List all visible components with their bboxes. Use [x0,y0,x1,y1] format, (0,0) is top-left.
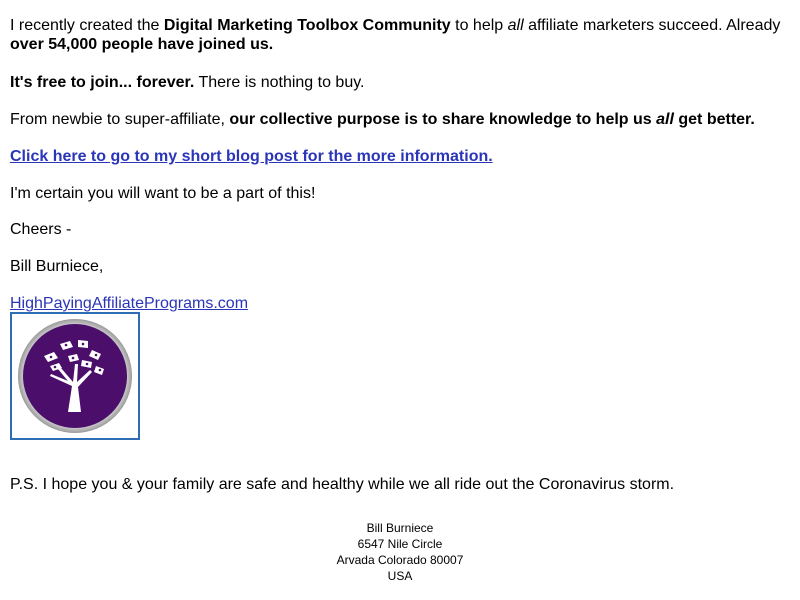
free-text: There is nothing to buy. [194,74,365,91]
purpose-bold-text-1: our collective purpose is to share knowl… [229,111,657,128]
footer-address: Bill Burniece 6547 Nile Circle Arvada Co… [0,520,800,584]
community-name: Digital Marketing Toolbox Community [163,17,451,34]
footer-name: Bill Burniece [366,521,434,535]
certain-paragraph: I'm certain you will want to be a part o… [10,185,316,202]
cheers-text: Cheers - [10,221,72,238]
members-count-text: over 54,000 people have joined us. [10,36,274,53]
purpose-paragraph: From newbie to super-affiliate, our coll… [10,110,755,129]
intro-text-3: affiliate marketers succeed. Already [523,17,781,34]
logo-link[interactable] [10,312,140,440]
footer-country: USA [387,569,413,583]
free-bold-text: It's free to join... forever. [10,74,195,91]
blog-post-link-text: Click here to go to my short blog post f… [10,148,493,165]
purpose-text: From newbie to super-affiliate, [10,111,230,128]
purpose-bold-text-2: get better. [673,111,755,128]
footer-street: 6547 Nile Circle [357,537,443,551]
blog-link-paragraph: Click here to go to my short blog post f… [10,147,493,166]
intro-text-1: I recently created the [10,17,164,34]
intro-paragraph: I recently created the Digital Marketing… [10,16,785,54]
site-link-paragraph: HighPayingAffiliatePrograms.com [10,294,248,313]
free-paragraph: It's free to join... forever. There is n… [10,73,364,92]
ps-paragraph: P.S. I hope you & your family are safe a… [10,476,675,493]
logo-frame[interactable] [10,312,140,440]
signature-name: Bill Burniece, [10,258,104,275]
blog-post-link[interactable]: Click here to go to my short blog post f… [10,148,493,165]
tree-logo-icon [18,319,132,433]
purpose-bold-italic-all: all [656,111,674,128]
footer-city: Arvada Colorado 80007 [336,553,464,567]
intro-emphasis-all: all [507,17,524,34]
intro-text-2: to help [450,17,508,34]
site-link[interactable]: HighPayingAffiliatePrograms.com [10,295,248,312]
